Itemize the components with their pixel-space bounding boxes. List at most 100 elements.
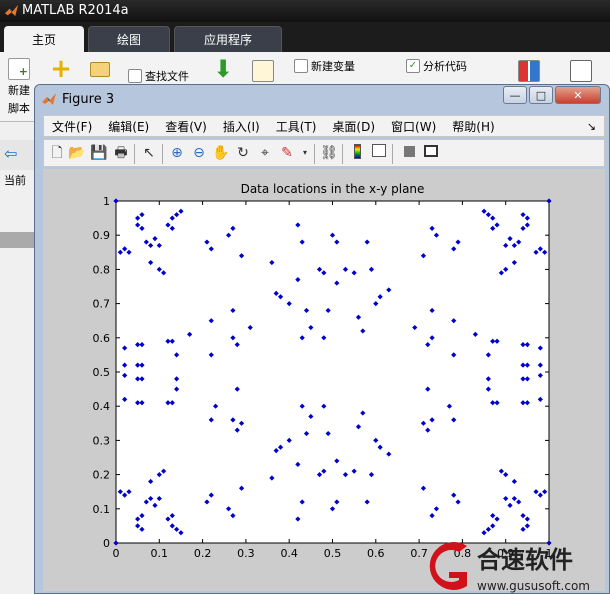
x-tick-label: 0 xyxy=(113,547,120,560)
layout-icon xyxy=(518,60,540,82)
menu-dock-arrow-icon[interactable]: ↘ xyxy=(587,120,596,133)
new-figure-icon[interactable]: 🗋 xyxy=(48,144,66,162)
brush-dropdown-icon[interactable]: ▾ xyxy=(296,144,314,162)
y-tick-label: 0.5 xyxy=(93,366,111,379)
tab-apps-label: 应用程序 xyxy=(203,33,252,47)
new-script-label-1: 新建 xyxy=(8,84,30,97)
menu-view[interactable]: 查看(V) xyxy=(165,118,207,135)
plus-icon: + xyxy=(50,54,72,84)
new-variable-label: 新建变量 xyxy=(311,60,355,73)
tab-plots-label: 绘图 xyxy=(116,33,141,47)
y-tick-label: 0.2 xyxy=(93,469,111,482)
x-tick-label: 0.4 xyxy=(280,547,298,560)
save-workspace-button[interactable] xyxy=(252,60,274,82)
toolbar-separator xyxy=(392,144,393,164)
menu-window[interactable]: 窗口(W) xyxy=(391,118,436,135)
data-cursor-icon[interactable]: ⌖ xyxy=(256,144,274,162)
colorbar-icon[interactable] xyxy=(348,144,366,162)
pan-icon[interactable]: ✋ xyxy=(212,144,230,162)
axes-box xyxy=(115,200,550,544)
environment-icon xyxy=(570,60,592,82)
y-tick-label: 0 xyxy=(103,537,110,550)
figure-menu-bar: 文件(F) 编辑(E) 查看(V) 插入(I) 工具(T) 桌面(D) 窗口(W… xyxy=(43,115,605,137)
toolbar-separator xyxy=(342,144,343,164)
brush-icon[interactable]: ✎ xyxy=(278,144,296,162)
scatter-plot[interactable]: Data locations in the x-y plane 0 0.1 0.2 0.… xyxy=(43,169,605,591)
zoom-out-icon[interactable]: ⊖ xyxy=(190,144,208,162)
new-variable-button[interactable]: 新建变量 xyxy=(294,58,355,74)
menu-help[interactable]: 帮助(H) xyxy=(452,118,494,135)
matlab-title-bar: MATLAB R2014a xyxy=(0,0,610,22)
tab-apps[interactable]: 应用程序 xyxy=(174,26,282,52)
layout-button[interactable] xyxy=(518,60,540,82)
y-tick-label: 0.1 xyxy=(93,503,111,516)
find-files-button[interactable]: 查找文件 xyxy=(128,68,189,84)
matlab-logo-icon xyxy=(4,4,19,17)
maximize-icon: □ xyxy=(535,88,547,102)
watermark-url: www.gususoft.com xyxy=(477,579,590,593)
import-data-button[interactable]: ⬇ xyxy=(212,55,234,83)
menu-file[interactable]: 文件(F) xyxy=(52,118,92,135)
new-script-button[interactable]: + 新建 脚本 xyxy=(8,58,30,116)
y-tick-label: 0.8 xyxy=(93,263,111,276)
close-icon: ✕ xyxy=(573,88,583,102)
link-plot-icon[interactable]: ⛓ xyxy=(320,144,338,162)
watermark-brand: 合速软件 xyxy=(477,546,573,574)
folder-icon xyxy=(90,62,110,77)
x-tick-label: 0.3 xyxy=(237,547,255,560)
maximize-button[interactable]: □ xyxy=(529,86,553,104)
environment-button[interactable] xyxy=(570,60,592,82)
app-title: MATLAB R2014a xyxy=(22,3,129,18)
find-files-icon xyxy=(128,69,142,83)
pointer-icon[interactable]: ↖ xyxy=(140,144,158,162)
chart-title: Data locations in the x-y plane xyxy=(241,182,425,196)
new-script-label-2: 脚本 xyxy=(8,102,30,115)
find-files-label: 查找文件 xyxy=(145,70,189,83)
y-tick-label: 0.6 xyxy=(93,332,111,345)
back-arrow-icon[interactable]: ⇦ xyxy=(4,144,17,163)
x-tick-label: 0.2 xyxy=(194,547,212,560)
tab-home[interactable]: 主页 xyxy=(4,26,84,52)
analyze-code-label: 分析代码 xyxy=(423,60,467,73)
menu-edit[interactable]: 编辑(E) xyxy=(108,118,149,135)
tab-home-label: 主页 xyxy=(31,32,56,47)
hide-plot-tools-icon[interactable] xyxy=(400,144,418,162)
toolbar-separator xyxy=(314,144,315,164)
open-file-icon[interactable]: 📂 xyxy=(68,144,86,162)
y-tick-label: 0.3 xyxy=(93,434,111,447)
minimize-icon: — xyxy=(509,88,521,102)
figure-toolbar: 🗋 📂 💾 🖶 ↖ ⊕ ⊖ ✋ ↻ ⌖ ✎ ▾ ⛓ xyxy=(43,139,605,167)
save-icon[interactable]: 💾 xyxy=(90,144,108,162)
show-plot-tools-icon[interactable] xyxy=(422,144,440,162)
figure-window: Figure 3 — □ ✕ 文件(F) 编辑(E) 查看(V) 插入(I) 工… xyxy=(34,84,610,594)
current-folder-label: 当前 xyxy=(4,174,26,187)
minimize-button[interactable]: — xyxy=(503,86,527,104)
zoom-in-icon[interactable]: ⊕ xyxy=(168,144,186,162)
x-tick-label: 0.6 xyxy=(367,547,385,560)
legend-icon[interactable] xyxy=(370,144,388,162)
new-script-icon: + xyxy=(8,58,30,80)
y-tick-label: 0.9 xyxy=(93,229,111,242)
workspace-icon xyxy=(252,60,274,82)
analyze-code-icon: ✓ xyxy=(406,59,420,73)
new-button[interactable]: + xyxy=(50,54,72,84)
new-variable-icon xyxy=(294,59,308,73)
figure-title-bar: Figure 3 xyxy=(41,91,114,107)
toolbar-separator xyxy=(134,144,135,164)
import-arrow-icon: ⬇ xyxy=(212,55,234,83)
watermark-logo: 合速软件 www.gususoft.com xyxy=(429,542,590,593)
close-button[interactable]: ✕ xyxy=(555,86,601,104)
rotate-3d-icon[interactable]: ↻ xyxy=(234,144,252,162)
print-icon[interactable]: 🖶 xyxy=(112,144,130,162)
tab-plots[interactable]: 绘图 xyxy=(88,26,170,52)
analyze-code-button[interactable]: ✓ 分析代码 xyxy=(406,58,467,74)
open-button[interactable] xyxy=(90,62,110,77)
menu-insert[interactable]: 插入(I) xyxy=(223,118,260,135)
menu-desktop[interactable]: 桌面(D) xyxy=(332,118,375,135)
menu-tools[interactable]: 工具(T) xyxy=(276,118,317,135)
figure-logo-icon xyxy=(42,93,56,105)
toolbar-separator xyxy=(162,144,163,164)
watermark-g-icon xyxy=(429,542,467,590)
figure-canvas: Data locations in the x-y plane 0 0.1 0.2 0.… xyxy=(43,169,605,591)
y-tick-label: 0.4 xyxy=(93,400,111,413)
